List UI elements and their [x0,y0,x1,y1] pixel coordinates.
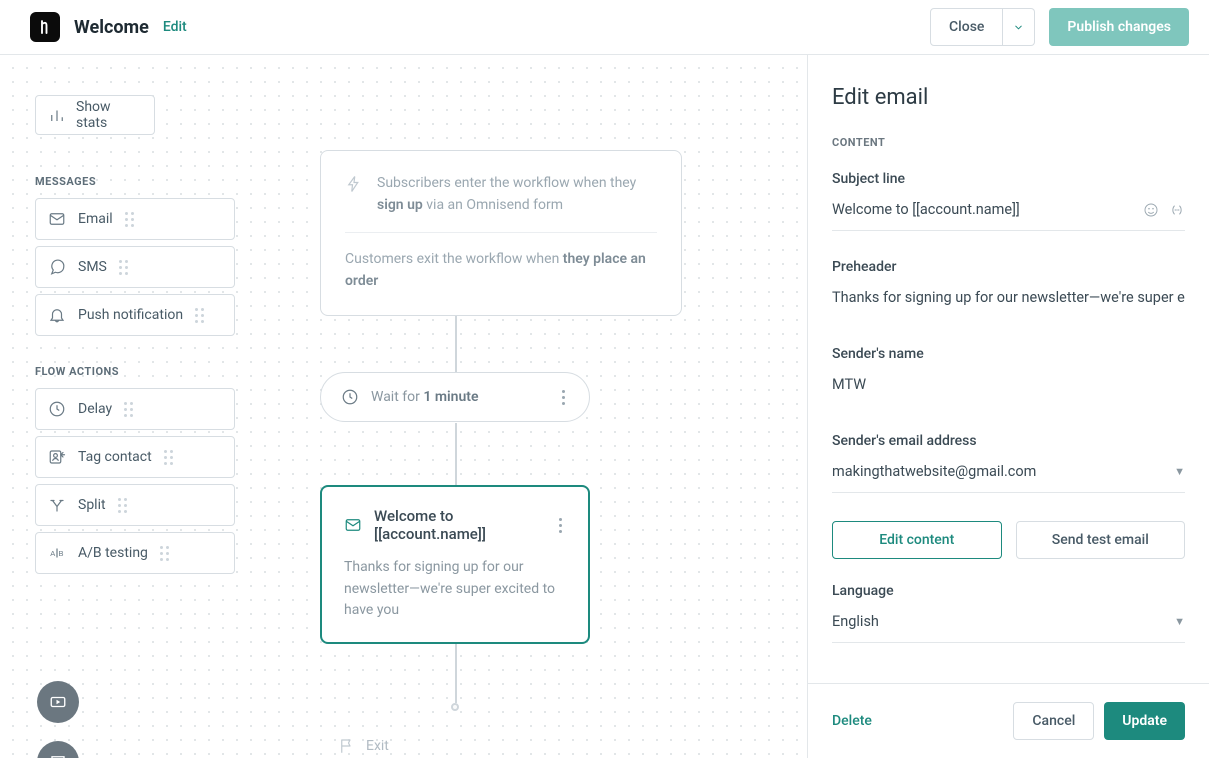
sms-icon [48,258,66,276]
message-block-label: SMS [78,259,107,275]
node-menu-button[interactable] [555,514,566,537]
flow-block-split[interactable]: Split [35,484,235,526]
panel-footer: Delete Cancel Update [808,683,1209,758]
flow-actions-group: FLOW ACTIONS Delay Tag contact Split AB … [35,365,235,580]
svg-text:A: A [50,549,55,558]
flow-block-label: Delay [78,401,112,417]
edit-content-button[interactable]: Edit content [832,521,1002,559]
flow-block-label: Tag contact [78,449,152,465]
email-node-body: Thanks for signing up for our newsletter… [344,557,566,622]
node-menu-button[interactable] [558,386,569,409]
delete-button[interactable]: Delete [832,713,872,729]
panel-title: Edit email [832,85,1185,110]
trigger-enter-text: Subscribers enter the workflow when they… [377,173,657,216]
flow-connector [455,423,457,485]
update-button[interactable]: Update [1104,702,1185,740]
delay-node-text: Wait for 1 minute [371,389,479,405]
flow-end-dot [451,703,459,711]
content-heading: CONTENT [832,136,1185,149]
edit-panel: Edit email CONTENT Subject line Preheade… [807,55,1209,758]
video-help-button[interactable] [37,681,79,723]
messages-heading: MESSAGES [35,175,235,188]
language-label: Language [832,583,1185,599]
app-logo [30,12,60,42]
page-title: Welcome [74,17,149,38]
exit-node: Exit [338,737,389,755]
tag-contact-icon [48,448,66,466]
drag-handle-icon [124,402,134,417]
chevron-down-icon: ▼ [1174,465,1185,478]
flow-block-ab[interactable]: AB A/B testing [35,532,235,574]
chevron-down-icon: ▼ [1174,615,1185,628]
subject-input[interactable] [832,199,1143,220]
message-block-push[interactable]: Push notification [35,294,235,336]
drag-handle-icon [195,308,205,323]
sender-email-label: Sender's email address [832,433,1185,449]
split-icon [48,496,66,514]
chat-icon [49,753,67,758]
flow-connector [455,643,457,703]
clock-icon [341,388,359,406]
message-block-email[interactable]: Email [35,198,235,240]
email-node-title: Welcome to [[account.name]] [374,507,543,543]
sender-name-label: Sender's name [832,346,1185,362]
messages-group: MESSAGES Email SMS Push notification [35,175,235,342]
email-icon [48,210,66,228]
email-icon [344,516,362,534]
drag-handle-icon [118,498,128,513]
sender-email-select[interactable]: makingthatwebsite@gmail.com ▼ [832,455,1185,493]
video-icon [49,693,67,711]
drag-handle-icon [160,546,170,561]
variable-icon[interactable] [1169,202,1185,218]
bolt-icon [345,175,363,193]
sender-email-value: makingthatwebsite@gmail.com [832,461,1174,482]
bell-icon [48,306,66,324]
edit-title-link[interactable]: Edit [163,19,187,35]
close-button-group: Close [930,8,1035,46]
sender-name-input[interactable] [832,374,1185,395]
flow-actions-heading: FLOW ACTIONS [35,365,235,378]
close-button[interactable]: Close [930,8,1003,46]
emoji-icon[interactable] [1143,202,1159,218]
clock-icon [48,400,66,418]
email-node[interactable]: Welcome to [[account.name]] Thanks for s… [320,485,590,644]
flow-block-label: Split [78,497,106,513]
chevron-down-icon [1013,22,1024,33]
message-block-sms[interactable]: SMS [35,246,235,288]
ab-test-icon: AB [48,544,66,562]
message-block-label: Email [78,211,113,227]
top-bar: Welcome Edit Close Publish changes [0,0,1209,55]
publish-button[interactable]: Publish changes [1049,8,1189,46]
language-select[interactable]: English ▼ [832,605,1185,643]
flag-icon [338,737,356,755]
preheader-input[interactable] [832,287,1185,308]
drag-handle-icon [164,450,174,465]
drag-handle-icon [119,260,129,275]
svg-text:B: B [59,549,64,558]
exit-label: Exit [366,738,389,754]
show-stats-button[interactable]: Show stats [35,95,155,135]
flow-block-tag[interactable]: Tag contact [35,436,235,478]
delay-node[interactable]: Wait for 1 minute [320,372,590,422]
drag-handle-icon [125,212,135,227]
flow-block-delay[interactable]: Delay [35,388,235,430]
trigger-node[interactable]: Subscribers enter the workflow when they… [320,150,682,316]
language-value: English [832,611,1174,632]
send-test-button[interactable]: Send test email [1016,521,1186,559]
show-stats-label: Show stats [76,99,142,131]
workflow-canvas[interactable]: Show stats MESSAGES Email SMS Push notif… [0,55,807,758]
preheader-label: Preheader [832,259,1185,275]
cancel-button[interactable]: Cancel [1013,702,1094,740]
flow-block-label: A/B testing [78,545,148,561]
subject-label: Subject line [832,171,1185,187]
bar-chart-icon [48,106,66,124]
chat-help-button[interactable] [37,741,79,758]
close-dropdown-button[interactable] [1003,8,1035,46]
message-block-label: Push notification [78,307,183,323]
trigger-exit-text: Customers exit the workflow when they pl… [345,249,657,292]
